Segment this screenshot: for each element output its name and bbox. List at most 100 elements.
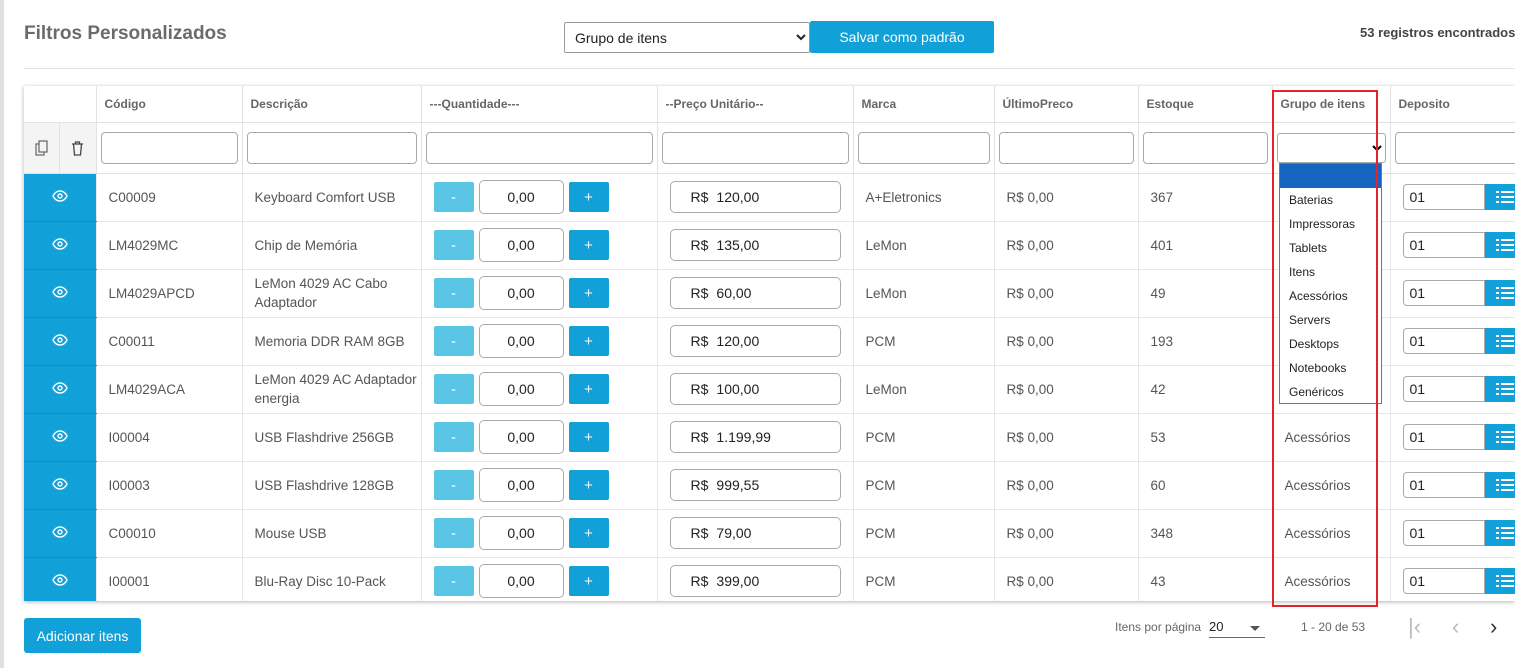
unit-price-input[interactable]: R$ 100,00 [669, 373, 841, 405]
view-cell[interactable] [24, 461, 97, 510]
increase-button[interactable]: + [568, 182, 609, 212]
next-page-icon[interactable]: › [1490, 616, 1497, 638]
eye-icon[interactable] [51, 190, 68, 205]
column-header-stock[interactable]: Estoque [1138, 86, 1273, 123]
eye-icon[interactable] [51, 334, 68, 349]
view-cell[interactable] [24, 509, 97, 558]
increase-button[interactable]: + [568, 422, 609, 452]
filter-description-input[interactable] [246, 131, 417, 164]
deposit-input[interactable]: 01 [1402, 424, 1485, 450]
unit-price-input[interactable]: R$ 120,00 [669, 325, 841, 357]
deposit-input[interactable]: 01 [1402, 520, 1485, 546]
first-page-icon[interactable]: |‹ [1408, 616, 1421, 638]
unit-price-input[interactable]: R$ 120,00 [669, 181, 841, 213]
decrease-button[interactable]: - [433, 422, 474, 452]
unit-price-input[interactable]: R$ 1.199,99 [669, 421, 841, 453]
list-icon[interactable] [1484, 424, 1515, 450]
column-header-quantity[interactable]: ---Quantidade--- [421, 86, 658, 123]
list-icon[interactable] [1484, 184, 1515, 210]
view-cell[interactable] [24, 365, 97, 414]
view-cell[interactable] [24, 269, 97, 318]
quantity-input[interactable]: 0,00 [478, 324, 564, 358]
brand-cell: PCM [853, 413, 995, 462]
list-icon[interactable] [1484, 328, 1515, 354]
save-default-button[interactable]: Salvar como padrão [810, 21, 994, 53]
deposit-input[interactable]: 01 [1402, 328, 1485, 354]
brand-cell: LeMon [853, 365, 995, 414]
deposit-input[interactable]: 01 [1402, 376, 1485, 402]
eye-icon[interactable] [51, 286, 68, 301]
filter-brand-input[interactable] [857, 131, 990, 164]
decrease-button[interactable]: - [433, 182, 474, 212]
quantity-input[interactable]: 0,00 [478, 420, 564, 454]
filter-quantity-input[interactable] [425, 131, 653, 164]
list-icon[interactable] [1484, 472, 1515, 498]
view-cell[interactable] [24, 173, 97, 222]
eye-icon[interactable] [51, 430, 68, 445]
filter-code-input[interactable] [100, 131, 238, 164]
column-header-last-price[interactable]: ÚltimoPreco [994, 86, 1139, 123]
decrease-button[interactable]: - [433, 278, 474, 308]
eye-icon[interactable] [51, 238, 68, 253]
decrease-button[interactable]: - [433, 518, 474, 548]
view-cell[interactable] [24, 413, 97, 462]
quantity-input[interactable]: 0,00 [478, 468, 564, 502]
column-header-unit-price[interactable]: --Preço Unitário-- [657, 86, 854, 123]
increase-button[interactable]: + [568, 278, 609, 308]
increase-button[interactable]: + [568, 518, 609, 548]
filter-deposit-input[interactable] [1394, 131, 1515, 164]
increase-button[interactable]: + [568, 230, 609, 260]
list-icon[interactable] [1484, 232, 1515, 258]
deposit-input[interactable]: 01 [1402, 232, 1485, 258]
quantity-input[interactable]: 0,00 [478, 180, 564, 214]
caret-down-icon[interactable] [1250, 626, 1260, 631]
decrease-button[interactable]: - [433, 326, 474, 356]
list-icon[interactable] [1484, 280, 1515, 306]
view-cell[interactable] [24, 221, 97, 270]
filter-price-input[interactable] [661, 131, 849, 164]
decrease-button[interactable]: - [433, 566, 474, 596]
eye-icon[interactable] [51, 526, 68, 541]
decrease-button[interactable]: - [433, 470, 474, 500]
increase-button[interactable]: + [568, 374, 609, 404]
trash-icon[interactable] [59, 122, 96, 173]
deposit-input[interactable]: 01 [1402, 184, 1485, 210]
quantity-input[interactable]: 0,00 [478, 516, 564, 550]
quantity-input[interactable]: 0,00 [478, 372, 564, 406]
increase-button[interactable]: + [568, 470, 609, 500]
list-icon[interactable] [1484, 568, 1515, 594]
filter-last-price-input[interactable] [998, 131, 1134, 164]
column-header-brand[interactable]: Marca [853, 86, 995, 123]
view-cell[interactable] [24, 557, 97, 601]
unit-price-input[interactable]: R$ 60,00 [669, 277, 841, 309]
unit-price-input[interactable]: R$ 135,00 [669, 229, 841, 261]
eye-icon[interactable] [51, 574, 68, 589]
column-header-deposit[interactable]: Deposito [1390, 86, 1515, 123]
column-header-code[interactable]: Código [96, 86, 243, 123]
unit-price-input[interactable]: R$ 999,55 [669, 469, 841, 501]
quantity-input[interactable]: 0,00 [478, 564, 564, 598]
quantity-input[interactable]: 0,00 [478, 228, 564, 262]
eye-icon[interactable] [51, 382, 68, 397]
deposit-input[interactable]: 01 [1402, 568, 1485, 594]
items-per-page-select[interactable]: 20 [1209, 619, 1223, 634]
deposit-input[interactable]: 01 [1402, 280, 1485, 306]
decrease-button[interactable]: - [433, 374, 474, 404]
view-cell[interactable] [24, 317, 97, 366]
unit-price-input[interactable]: R$ 399,00 [669, 565, 841, 597]
group-by-select[interactable]: Grupo de itens [564, 22, 810, 53]
previous-page-icon[interactable]: ‹ [1452, 616, 1459, 638]
copy-icon[interactable] [24, 122, 60, 173]
increase-button[interactable]: + [568, 326, 609, 356]
add-items-button[interactable]: Adicionar itens [24, 618, 141, 653]
column-header-description[interactable]: Descrição [242, 86, 422, 123]
decrease-button[interactable]: - [433, 230, 474, 260]
filter-stock-input[interactable] [1142, 131, 1268, 164]
quantity-input[interactable]: 0,00 [478, 276, 564, 310]
increase-button[interactable]: + [568, 566, 609, 596]
list-icon[interactable] [1484, 376, 1515, 402]
eye-icon[interactable] [51, 478, 68, 493]
unit-price-input[interactable]: R$ 79,00 [669, 517, 841, 549]
deposit-input[interactable]: 01 [1402, 472, 1485, 498]
list-icon[interactable] [1484, 520, 1515, 546]
